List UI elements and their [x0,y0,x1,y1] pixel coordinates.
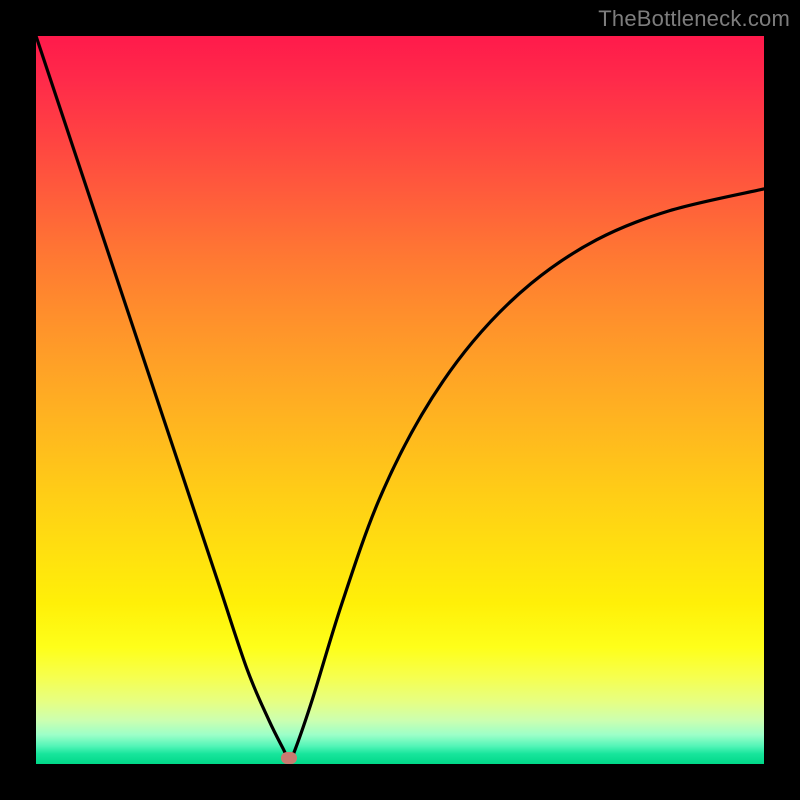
optimal-point-marker [281,752,297,764]
plot-area [36,36,764,764]
chart-frame: TheBottleneck.com [0,0,800,800]
watermark-text: TheBottleneck.com [598,6,790,32]
bottleneck-curve [36,36,764,764]
